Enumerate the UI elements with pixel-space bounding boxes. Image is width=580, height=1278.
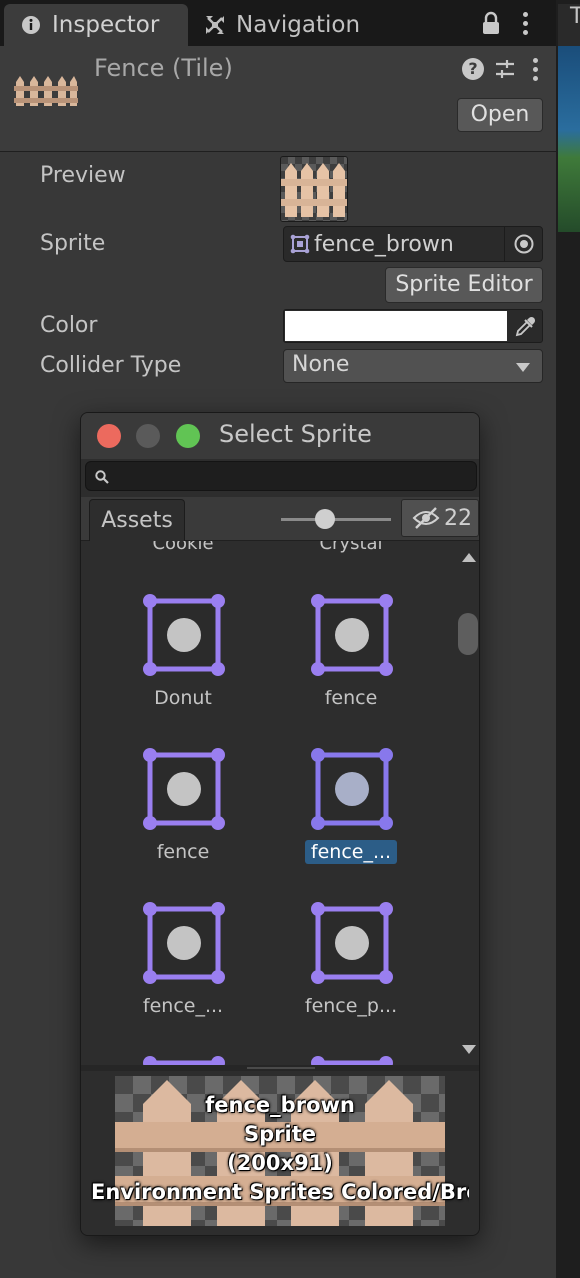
sprite-icon — [311, 748, 393, 830]
preview-label: Preview — [40, 163, 126, 188]
tab-bar: Inspector Navigation — [0, 0, 556, 46]
hidden-count: 22 — [444, 505, 472, 531]
sprite-preview-pane: fence_brown Sprite (200x91) Environment … — [81, 1071, 479, 1235]
tab-navigation[interactable]: Navigation — [196, 4, 386, 46]
info-icon — [20, 14, 42, 36]
navmesh-icon — [204, 14, 226, 36]
color-swatch[interactable] — [285, 311, 507, 341]
sprite-object-field[interactable]: fence_brown — [283, 226, 543, 262]
color-field[interactable] — [283, 309, 543, 343]
sprite-icon — [143, 594, 225, 676]
window-title: Select Sprite — [219, 420, 372, 448]
tab-navigation-label: Navigation — [236, 12, 361, 38]
scroll-down-icon[interactable] — [462, 1045, 476, 1054]
select-sprite-window: Select Sprite Assets 22 Cookie Crystal D… — [80, 412, 480, 1236]
object-picker-icon[interactable] — [504, 227, 542, 261]
sprite-editor-button[interactable]: Sprite Editor — [385, 267, 543, 303]
hidden-packages-toggle[interactable]: 22 — [401, 499, 479, 537]
inspector-header: Fence (Tile) ? Open — [0, 46, 556, 152]
sprite-icon — [143, 748, 225, 830]
tab-menu-icon[interactable] — [523, 12, 529, 36]
sprite-info-size: (200x91) — [227, 1151, 333, 1175]
search-icon — [94, 469, 110, 485]
scroll-up-icon[interactable] — [462, 553, 476, 562]
sprite-icon — [143, 1056, 225, 1065]
grid-item-label: fence — [156, 841, 210, 863]
eye-slash-icon — [412, 506, 440, 530]
chevron-down-icon — [516, 363, 530, 372]
presets-icon[interactable] — [494, 58, 516, 80]
sprite-icon — [290, 234, 310, 254]
grid-item-label: Crystal — [319, 541, 383, 554]
sprite-label: Sprite — [40, 231, 106, 256]
sprite-info-name: fence_brown — [205, 1093, 355, 1117]
grid-item-label: Donut — [154, 687, 212, 709]
component-menu-icon[interactable] — [533, 58, 539, 82]
asset-title: Fence (Tile) — [94, 54, 233, 82]
open-button[interactable]: Open — [457, 98, 543, 132]
grid-scrollbar[interactable] — [455, 541, 479, 1065]
zoom-slider[interactable] — [281, 518, 391, 521]
scene-view-edge: T — [556, 0, 580, 1278]
collider-type-value: None — [292, 352, 350, 377]
sprite-value: fence_brown — [314, 231, 454, 257]
help-icon[interactable]: ? — [462, 58, 484, 80]
sprite-icon — [143, 902, 225, 984]
grid-item-label: Cookie — [152, 541, 214, 554]
picker-toolbar: Assets 22 — [81, 497, 479, 541]
grid-item-label: fence_... — [142, 995, 224, 1017]
close-window-button[interactable] — [97, 424, 121, 448]
scrollbar-thumb[interactable] — [458, 613, 478, 655]
sprite-icon — [311, 594, 393, 676]
grid-item-label: fence_p... — [304, 995, 398, 1017]
fence-tile-icon — [14, 70, 78, 110]
minimize-window-button[interactable] — [136, 424, 160, 448]
zoom-slider-handle[interactable] — [315, 509, 335, 529]
sprite-info-type: Sprite — [244, 1122, 316, 1146]
scene-tab-stub[interactable]: T — [558, 4, 580, 46]
lock-icon[interactable] — [480, 11, 502, 37]
grid-item-label: fence_... — [281, 840, 421, 864]
collider-type-label: Collider Type — [40, 353, 182, 378]
sprite-grid: Cookie Crystal Donut fence fence fence_.… — [81, 541, 455, 1065]
eyedropper-icon[interactable] — [514, 316, 536, 338]
sprite-icon — [311, 902, 393, 984]
window-titlebar[interactable]: Select Sprite — [81, 413, 479, 459]
sprite-info-path: Environment Sprites Colored/Bro — [91, 1180, 469, 1204]
tab-inspector[interactable]: Inspector — [4, 4, 188, 46]
scene-view-preview — [558, 46, 580, 232]
color-label: Color — [40, 313, 98, 338]
tile-preview — [280, 156, 348, 222]
sprite-info-overlay: fence_brown Sprite (200x91) Environment … — [91, 1091, 469, 1207]
tab-inspector-label: Inspector — [52, 12, 160, 38]
search-input[interactable] — [85, 461, 477, 491]
grid-item-label: fence — [324, 687, 378, 709]
tab-assets[interactable]: Assets — [89, 499, 185, 541]
collider-type-dropdown[interactable]: None — [283, 349, 543, 383]
maximize-window-button[interactable] — [176, 424, 200, 448]
sprite-icon — [311, 1056, 393, 1065]
